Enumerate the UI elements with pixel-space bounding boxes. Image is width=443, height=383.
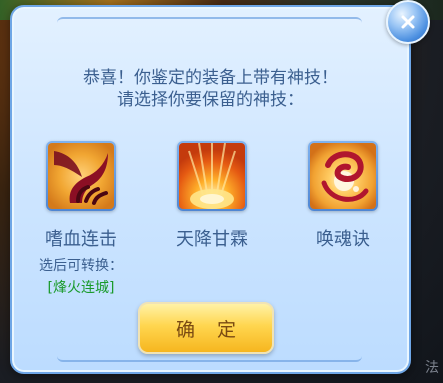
heavenly-rain-icon xyxy=(179,143,245,209)
skill-option-3[interactable]: 唤魂诀 xyxy=(288,141,398,251)
panel-ornament-top xyxy=(57,17,362,29)
skill-icon-frame[interactable] xyxy=(177,141,247,211)
bloody-claw-icon xyxy=(48,143,114,209)
skill-option-1[interactable]: 嗜血连击 选后可转换： [烽火连城] xyxy=(26,141,136,297)
confirm-button[interactable]: 确 定 xyxy=(138,302,274,354)
skill-name: 唤魂诀 xyxy=(316,229,370,250)
skill-icon-frame[interactable] xyxy=(46,141,116,211)
soul-summon-icon xyxy=(310,143,376,209)
dialog-message: 恭喜！你鉴定的装备上带有神技！ 请选择你要保留的神技： xyxy=(12,67,409,111)
skill-icon-frame[interactable] xyxy=(308,141,378,211)
background-corner-text: 法 xyxy=(425,360,439,376)
skill-transform-target: [烽火连城] xyxy=(47,280,115,296)
confirm-button-label: 确 定 xyxy=(175,318,245,341)
skill-name: 天降甘霖 xyxy=(176,229,248,250)
skill-transform-label: 选后可转换： xyxy=(39,258,123,274)
dialog-message-line2: 请选择你要保留的神技： xyxy=(117,90,304,110)
skill-option-2[interactable]: 天降甘霖 xyxy=(157,141,267,251)
close-button[interactable] xyxy=(386,0,430,44)
close-icon xyxy=(401,15,415,29)
skill-select-dialog: 恭喜！你鉴定的装备上带有神技！ 请选择你要保留的神技： 嗜血连击 选后可转换： … xyxy=(10,5,411,374)
game-scene: 法 恭喜！你鉴定的装备上带有神技！ 请选择你要保留的神技： 嗜血连击 选后可转换… xyxy=(0,0,443,383)
dialog-message-line1: 恭喜！你鉴定的装备上带有神技！ xyxy=(83,68,338,88)
skill-name: 嗜血连击 xyxy=(45,229,117,250)
